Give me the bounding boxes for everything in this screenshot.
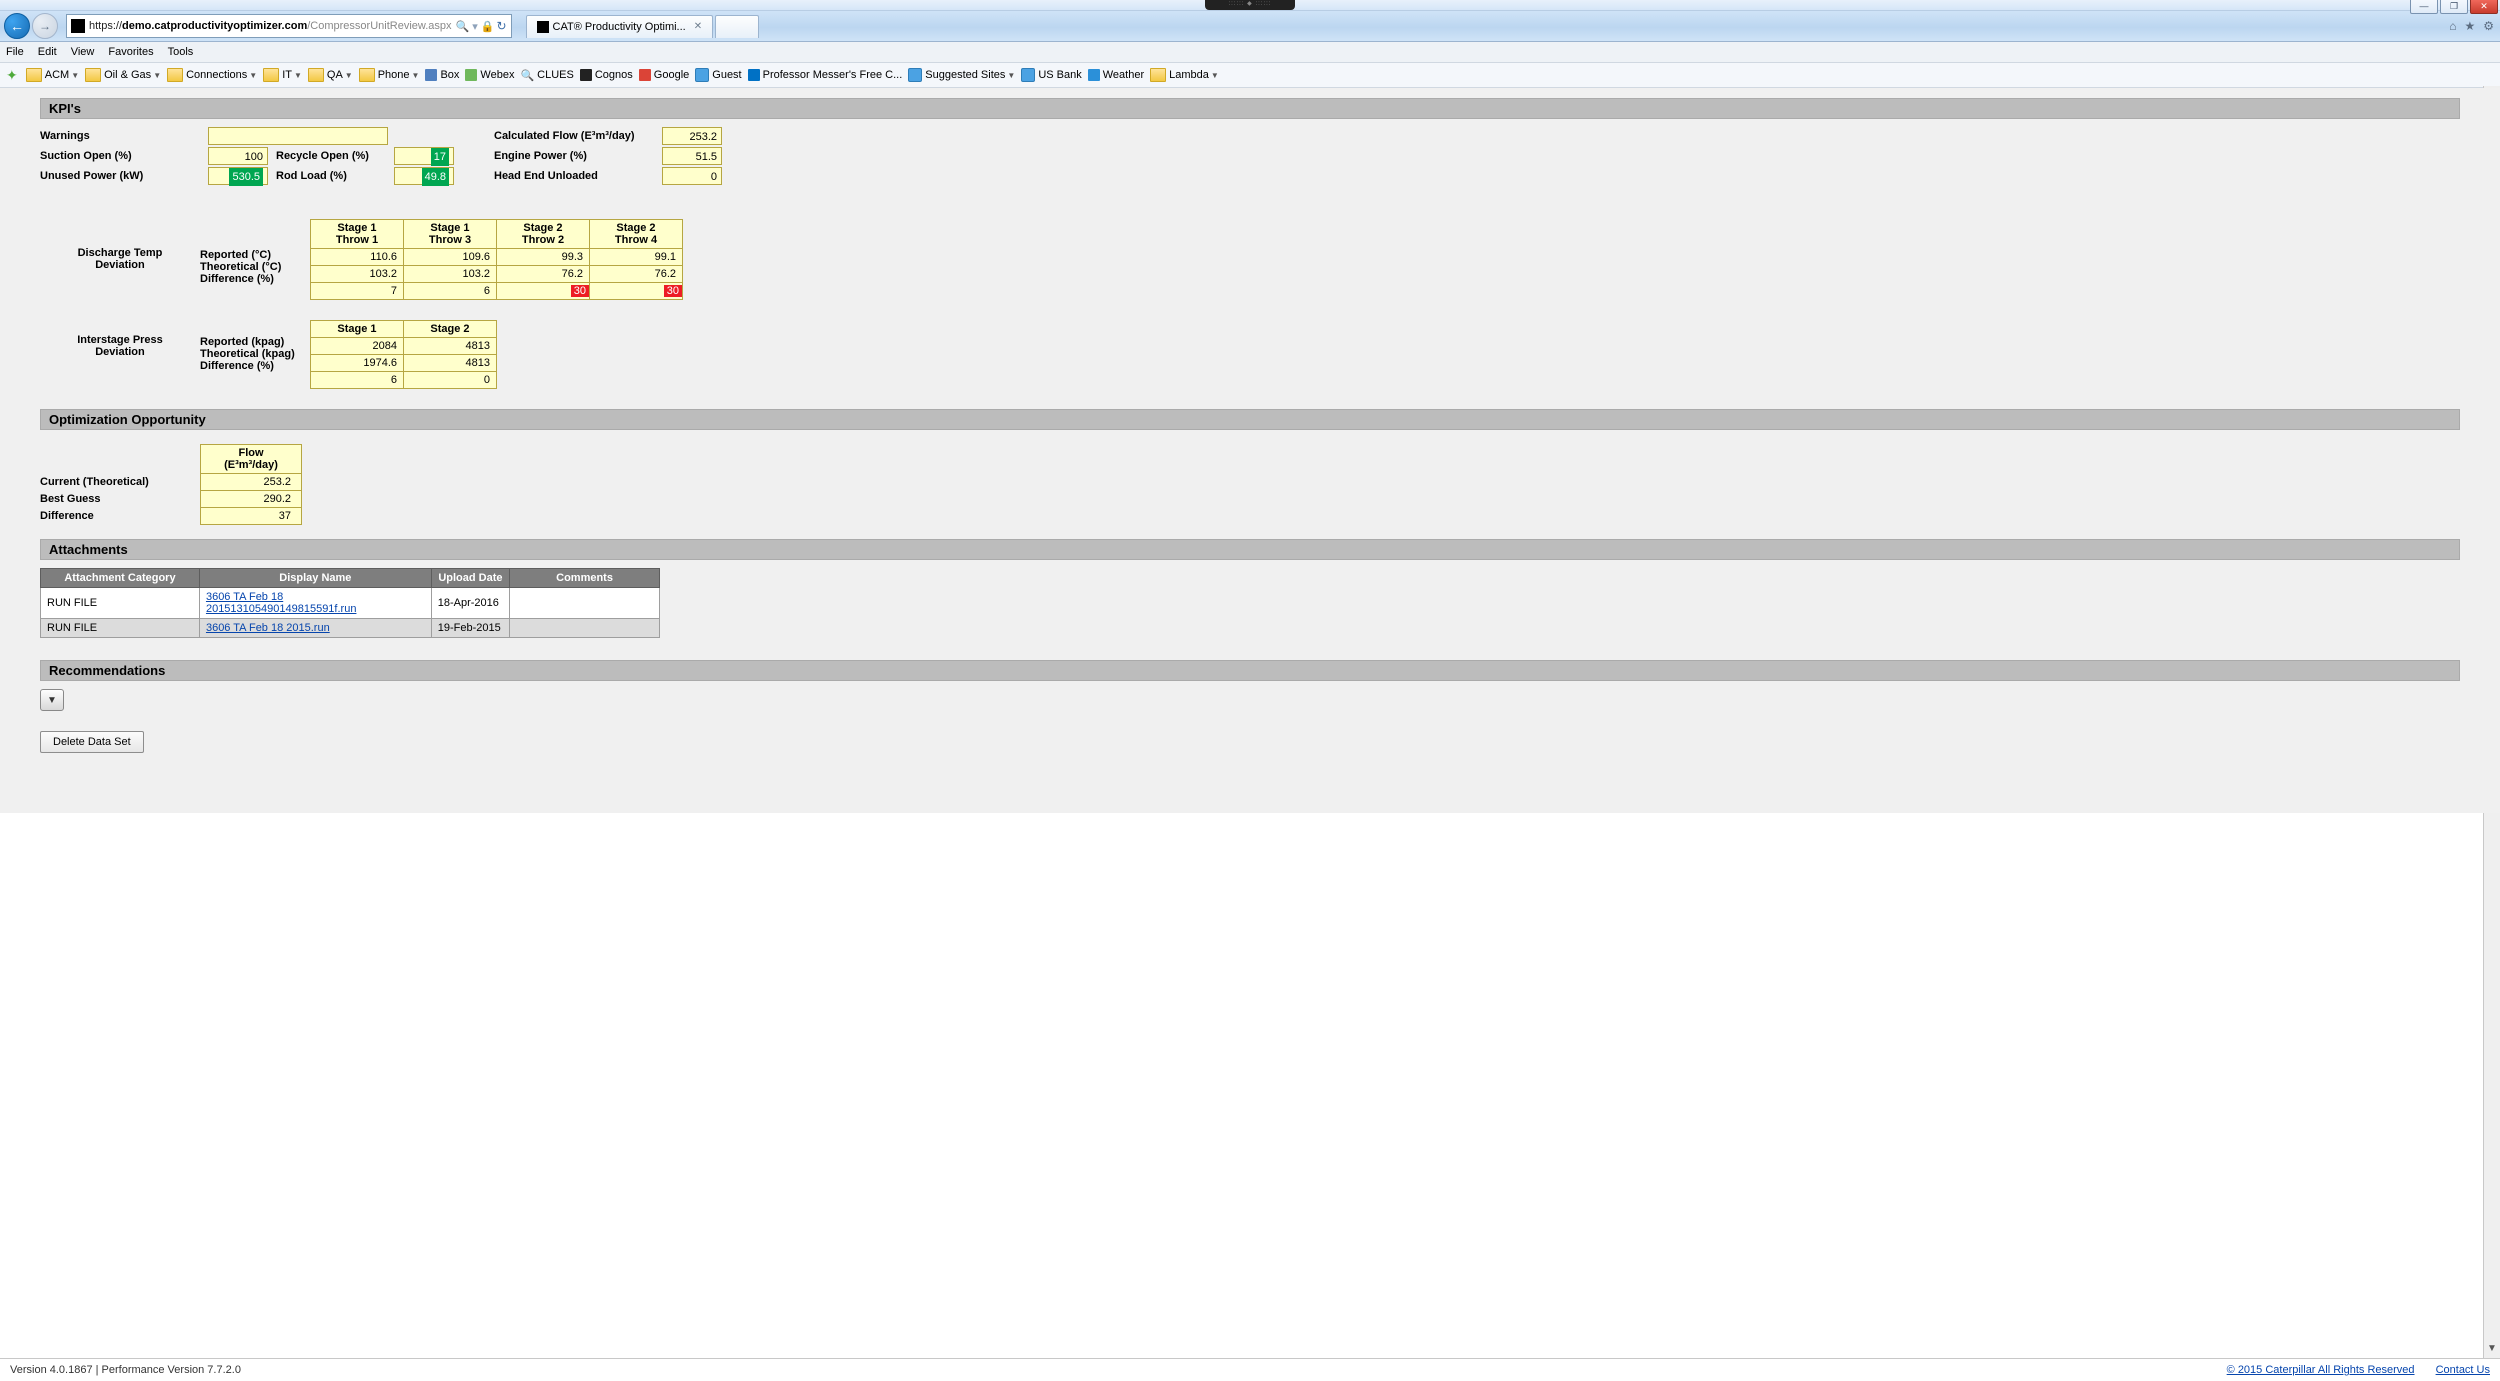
kpi-engine-power-label: Engine Power (%) [494, 148, 654, 164]
window-minimize-button[interactable]: — [2410, 0, 2438, 14]
window-close-button[interactable]: ✕ [2470, 0, 2498, 14]
kpi-recycle-open-label: Recycle Open (%) [276, 148, 386, 164]
kpi-engine-power-value: 51.5 [662, 147, 722, 165]
att-col-displayname: Display Name [199, 569, 431, 588]
kpi-suction-open-value: 100 [208, 147, 268, 165]
browser-tab[interactable]: CAT® Productivity Optimi... ✕ [526, 15, 714, 38]
ie-menubar: File Edit View Favorites Tools [0, 42, 2500, 63]
att-col-comments: Comments [510, 569, 660, 588]
optimization-table: Flow(E³m³/day) 253.2 290.2 37 [200, 444, 302, 525]
kpi-calc-flow-value: 253.2 [662, 127, 722, 145]
menu-tools[interactable]: Tools [168, 46, 194, 58]
touch-keyboard-indicator: :::::: ◆ :::::: [1205, 0, 1295, 10]
nav-back-button[interactable]: ← [4, 13, 30, 39]
tools-icon[interactable]: ⚙ [2483, 19, 2494, 33]
nav-forward-button[interactable]: → [32, 13, 58, 39]
opt-label-difference: Difference [40, 508, 200, 525]
discharge-row-reported: Reported (°C) [200, 249, 310, 261]
bookmark-phone[interactable]: Phone▼ [359, 68, 420, 82]
section-kpis-header: KPI's [40, 98, 2460, 119]
interstage-row-theoretical: Theoretical (kpag) [200, 348, 310, 360]
window-maximize-button[interactable]: ❐ [2440, 0, 2468, 14]
tab-title: CAT® Productivity Optimi... [553, 21, 686, 33]
bookmark-oil-gas[interactable]: Oil & Gas▼ [85, 68, 161, 82]
browser-chrome: :::::: ◆ :::::: — ❐ ✕ ← → https://demo.c… [0, 0, 2500, 88]
section-attachments-header: Attachments [40, 539, 2460, 560]
attachments-table: Attachment Category Display Name Upload … [40, 568, 660, 638]
interstage-title: Interstage Press Deviation [40, 320, 200, 358]
delete-data-set-button[interactable]: Delete Data Set [40, 731, 144, 753]
address-bar: ← → https://demo.catproductivityoptimize… [0, 11, 2500, 42]
discharge-temp-title: Discharge Temp Deviation [40, 219, 200, 271]
kpi-head-end-label: Head End Unloaded [494, 168, 654, 184]
bookmark-webex[interactable]: Webex [465, 69, 514, 81]
bookmark-lambda[interactable]: Lambda▼ [1150, 68, 1219, 82]
favorites-icon[interactable]: ★ [2464, 19, 2475, 33]
kpi-rod-load-value: 49.8 [394, 167, 454, 185]
add-favorite-icon[interactable]: ✦ [6, 67, 18, 84]
bookmark-connections[interactable]: Connections▼ [167, 68, 257, 82]
page-content: KPI's Warnings Suction Open (%) 100 Recy… [0, 88, 2500, 813]
copyright-link[interactable]: © 2015 Caterpillar All Rights Reserved [2227, 1364, 2415, 1376]
kpi-recycle-open-value: 17 [394, 147, 454, 165]
tab-close-button[interactable]: ✕ [694, 21, 702, 32]
kpi-unused-power-label: Unused Power (kW) [40, 168, 200, 184]
interstage-row-reported: Reported (kpag) [200, 336, 310, 348]
tab-favicon-icon [537, 21, 549, 33]
bookmark-google[interactable]: Google [639, 69, 689, 81]
contact-us-link[interactable]: Contact Us [2436, 1364, 2490, 1376]
kpi-suction-open-label: Suction Open (%) [40, 148, 200, 164]
interstage-row-difference: Difference (%) [200, 360, 310, 372]
ssl-lock-icon: 🔒 [481, 20, 495, 33]
bookmark-us-bank[interactable]: US Bank [1021, 68, 1081, 82]
interstage-table: Stage 1 Stage 2 20844813 1974.64813 60 [310, 320, 497, 389]
version-text: Version 4.0.1867 | Performance Version 7… [10, 1364, 2209, 1376]
bookmark-suggested-sites[interactable]: Suggested Sites▼ [908, 68, 1015, 82]
kpi-warnings-label: Warnings [40, 128, 200, 144]
section-recommendations-header: Recommendations [40, 660, 2460, 681]
attachment-link[interactable]: 3606 TA Feb 18 2015.run [206, 622, 330, 634]
recommendations-expand-button[interactable]: ▼ [40, 689, 64, 711]
menu-view[interactable]: View [71, 46, 95, 58]
bookmark-box[interactable]: Box [425, 69, 459, 81]
attachment-row: RUN FILE 3606 TA Feb 18 2015131054901498… [41, 588, 660, 619]
bookmarks-bar: ✦ ACM▼ Oil & Gas▼ Connections▼ IT▼ QA▼ P… [0, 63, 2500, 88]
bookmark-guest[interactable]: Guest [695, 68, 741, 82]
kpi-warnings-value [208, 127, 388, 145]
menu-edit[interactable]: Edit [38, 46, 57, 58]
window-titlebar: :::::: ◆ :::::: — ❐ ✕ [0, 0, 2500, 11]
attachment-row: RUN FILE 3606 TA Feb 18 2015.run 19-Feb-… [41, 619, 660, 638]
reload-button[interactable]: ↻ [496, 19, 506, 33]
bookmark-qa[interactable]: QA▼ [308, 68, 353, 82]
discharge-row-difference: Difference (%) [200, 273, 310, 285]
section-optimization-header: Optimization Opportunity [40, 409, 2460, 430]
kpi-unused-power-value: 530.5 [208, 167, 268, 185]
menu-favorites[interactable]: Favorites [108, 46, 153, 58]
site-favicon-icon [71, 19, 85, 33]
url-text: https://demo.catproductivityoptimizer.co… [89, 20, 452, 32]
bookmark-weather[interactable]: Weather [1088, 69, 1144, 81]
kpi-rod-load-label: Rod Load (%) [276, 168, 386, 184]
status-bar: Version 4.0.1867 | Performance Version 7… [0, 1358, 2500, 1381]
kpi-calc-flow-label: Calculated Flow (E³m³/day) [494, 128, 654, 144]
bookmark-clues[interactable]: 🔍CLUES [520, 69, 573, 82]
attachment-link[interactable]: 3606 TA Feb 18 201513105490149815591f.ru… [206, 591, 356, 615]
scroll-down-icon[interactable]: ▼ [2484, 1343, 2500, 1359]
menu-file[interactable]: File [6, 46, 24, 58]
home-icon[interactable]: ⌂ [2449, 19, 2456, 33]
bookmark-cognos[interactable]: Cognos [580, 69, 633, 81]
bookmark-acm[interactable]: ACM▼ [26, 68, 79, 82]
url-input[interactable]: https://demo.catproductivityoptimizer.co… [66, 14, 512, 38]
search-icon[interactable]: 🔍 [456, 20, 470, 33]
opt-label-current: Current (Theoretical) [40, 474, 200, 491]
att-col-uploaddate: Upload Date [431, 569, 509, 588]
opt-label-bestguess: Best Guess [40, 491, 200, 508]
att-col-category: Attachment Category [41, 569, 200, 588]
discharge-row-theoretical: Theoretical (°C) [200, 261, 310, 273]
bookmark-it[interactable]: IT▼ [263, 68, 302, 82]
new-tab-button[interactable] [715, 15, 759, 38]
discharge-table: Stage 1Throw 1 Stage 1Throw 3 Stage 2Thr… [310, 219, 683, 300]
bookmark-professor-messer[interactable]: Professor Messer's Free C... [748, 69, 903, 81]
kpi-head-end-value: 0 [662, 167, 722, 185]
